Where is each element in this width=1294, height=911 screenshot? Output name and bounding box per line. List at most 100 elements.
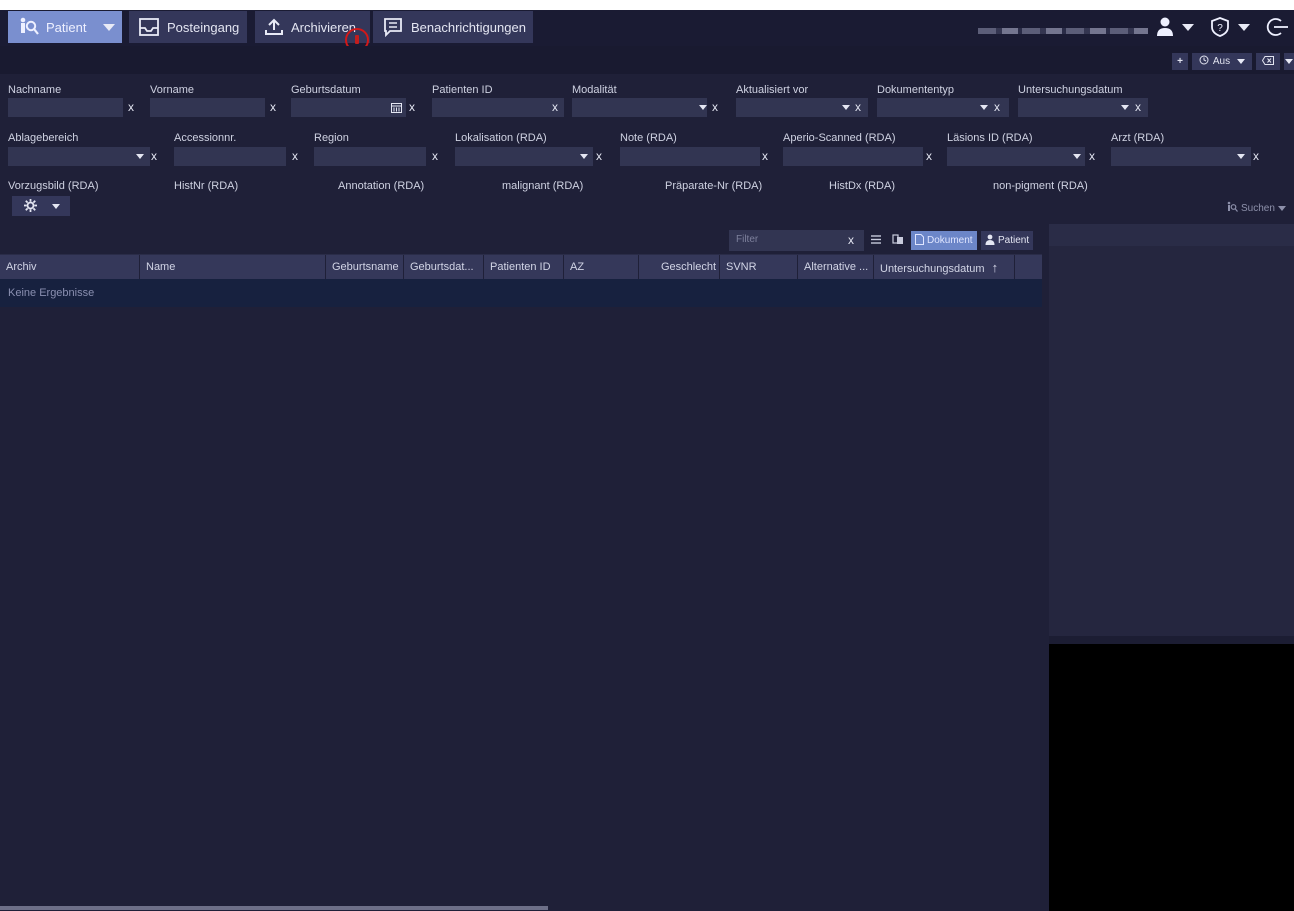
list-view-icon[interactable]: [870, 234, 882, 248]
histnr-label: HistNr (RDA): [174, 180, 239, 192]
inbox-label: Posteingang: [167, 19, 240, 35]
column-patient-id[interactable]: Patienten ID: [483, 255, 563, 280]
lastname-label: Nachname: [8, 84, 62, 96]
physician-select[interactable]: [1111, 147, 1251, 166]
patient-search-icon: [17, 16, 39, 38]
modality-clear-button[interactable]: x: [712, 100, 718, 114]
calendar-icon[interactable]: [391, 102, 402, 116]
document-type-clear-button[interactable]: x: [994, 100, 1000, 114]
preview-info-panel: [1049, 246, 1294, 636]
chevron-down-icon: [1237, 59, 1246, 64]
storage-area-select[interactable]: [8, 147, 150, 166]
chevron-down-icon: [1073, 154, 1081, 159]
note-clear-button[interactable]: x: [762, 149, 768, 163]
aperio-scanned-input[interactable]: [783, 147, 923, 166]
column-birthdate[interactable]: Geburtsdat...: [403, 255, 483, 280]
firstname-clear-button[interactable]: x: [270, 100, 276, 114]
help-menu-button[interactable]: ?: [1200, 11, 1256, 43]
chevron-down-icon: [1238, 23, 1250, 31]
aperio-scanned-clear-button[interactable]: x: [926, 149, 932, 163]
exam-date-clear-button[interactable]: x: [1135, 100, 1141, 114]
copy-icon[interactable]: [892, 234, 904, 248]
accession-clear-button[interactable]: x: [292, 149, 298, 163]
logout-button[interactable]: [1262, 11, 1294, 43]
column-exam-date-label: Untersuchungsdatum: [880, 263, 985, 275]
clear-filters-button[interactable]: [1256, 53, 1280, 70]
table-toolbar: [0, 224, 1042, 254]
document-type-label: Dokumententyp: [877, 84, 955, 96]
chevron-down-icon: [1237, 154, 1245, 159]
note-label: Note (RDA): [620, 132, 677, 144]
lastname-input[interactable]: [8, 98, 123, 117]
patient-id-label: Patienten ID: [432, 84, 493, 96]
birthdate-input[interactable]: [291, 98, 406, 117]
accession-label: Accessionnr.: [174, 132, 237, 144]
firstname-label: Vorname: [150, 84, 195, 96]
patient-id-input[interactable]: [432, 98, 564, 117]
physician-label: Arzt (RDA): [1111, 132, 1165, 144]
table-filter-input[interactable]: Filter: [729, 230, 864, 251]
storage-area-clear-button[interactable]: x: [151, 149, 157, 163]
firstname-input[interactable]: [150, 98, 265, 117]
add-filter-button[interactable]: +: [1172, 53, 1188, 70]
localisation-clear-button[interactable]: x: [596, 149, 602, 163]
column-exam-date[interactable]: Untersuchungsdatum ↑: [873, 255, 1014, 280]
column-svnr[interactable]: SVNR: [719, 255, 797, 280]
region-clear-button[interactable]: x: [432, 149, 438, 163]
patient-view-button[interactable]: Patient: [981, 231, 1034, 250]
search-button[interactable]: Suchen: [1226, 201, 1286, 216]
chevron-down-icon: [699, 105, 707, 110]
updated-before-clear-button[interactable]: x: [855, 100, 861, 114]
inbox-icon: [138, 17, 160, 37]
preview-splitter[interactable]: [1049, 636, 1294, 644]
image-preview: [1049, 644, 1294, 911]
region-input[interactable]: [314, 147, 426, 166]
lastname-clear-button[interactable]: x: [128, 100, 134, 114]
aperio-scanned-label: Aperio-Scanned (RDA): [783, 132, 896, 144]
filter-settings-button[interactable]: [12, 196, 70, 216]
document-icon: [915, 233, 924, 248]
auto-refresh-button[interactable]: Aus: [1192, 53, 1252, 70]
column-archive[interactable]: Archiv: [0, 255, 139, 280]
chevron-down-icon: [1277, 206, 1286, 211]
exam-date-label: Untersuchungsdatum: [1018, 84, 1123, 96]
malignant-label: malignant (RDA): [502, 180, 584, 192]
birthdate-clear-button[interactable]: x: [409, 100, 415, 114]
storage-area-label: Ablagebereich: [8, 132, 79, 144]
localisation-select[interactable]: [455, 147, 593, 166]
lesion-id-select[interactable]: [947, 147, 1085, 166]
lesion-id-clear-button[interactable]: x: [1089, 149, 1095, 163]
inbox-button[interactable]: Posteingang: [129, 11, 247, 43]
notifications-button[interactable]: Benachrichtigungen: [373, 11, 533, 43]
more-options-button[interactable]: [1284, 53, 1294, 70]
patient-menu-button[interactable]: Patient: [8, 11, 122, 43]
user-icon: [1155, 16, 1175, 38]
svg-text:?: ?: [1217, 23, 1223, 34]
patient-view-label: Patient: [998, 235, 1030, 246]
birthdate-label: Geburtsdatum: [291, 84, 361, 96]
patient-id-clear-button[interactable]: x: [552, 100, 558, 114]
document-view-button[interactable]: Dokument: [911, 231, 977, 250]
table-filter-clear-button[interactable]: x: [848, 233, 854, 247]
column-birthname[interactable]: Geburtsname: [325, 255, 403, 280]
note-input[interactable]: [620, 147, 760, 166]
column-name[interactable]: Name: [139, 255, 325, 280]
column-gender[interactable]: Geschlecht: [638, 255, 719, 280]
chevron-down-icon: [1182, 23, 1194, 31]
auto-refresh-label: Aus: [1212, 56, 1231, 67]
message-icon: [382, 17, 404, 37]
chevron-down-icon: [136, 154, 144, 159]
notifications-label: Benachrichtigungen: [411, 19, 526, 35]
modality-select[interactable]: [572, 98, 707, 117]
column-alternative[interactable]: Alternative ...: [797, 255, 873, 280]
upload-icon: [264, 17, 284, 37]
accession-input[interactable]: [174, 147, 286, 166]
localisation-label: Lokalisation (RDA): [455, 132, 547, 144]
column-az[interactable]: AZ: [563, 255, 638, 280]
horizontal-scrollbar[interactable]: [0, 906, 548, 910]
column-spacer: [1014, 255, 1042, 280]
physician-clear-button[interactable]: x: [1253, 149, 1259, 163]
user-menu-button[interactable]: [1146, 11, 1196, 43]
document-type-select[interactable]: [877, 98, 1009, 117]
sort-asc-icon: ↑: [991, 260, 999, 275]
